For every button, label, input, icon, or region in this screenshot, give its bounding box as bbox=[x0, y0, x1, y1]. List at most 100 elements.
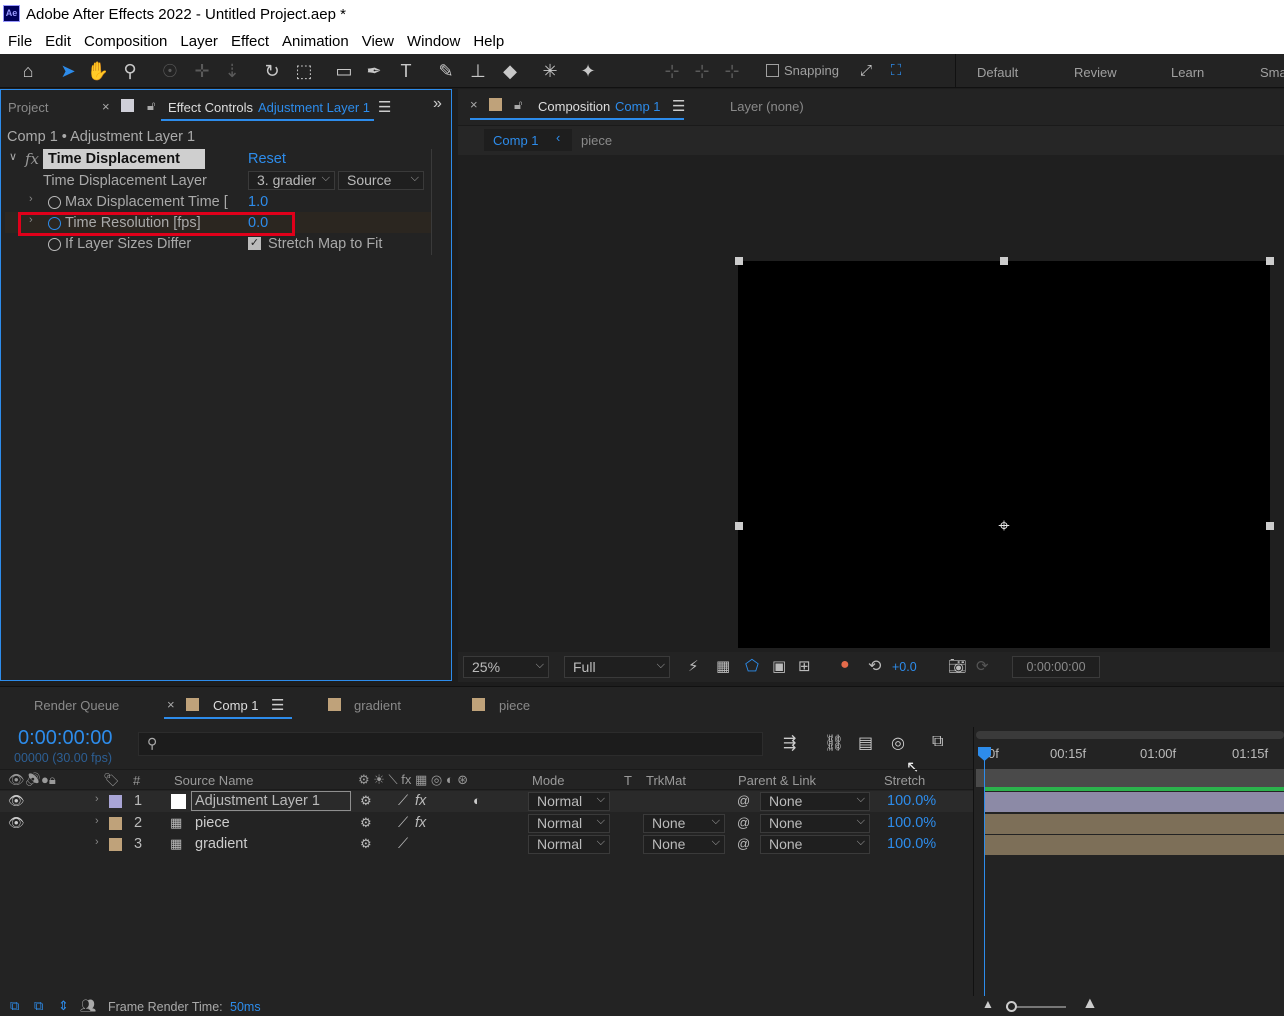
transfer-controls-toggle-icon[interactable]: ⧉ bbox=[34, 998, 43, 1014]
menu-effect[interactable]: Effect bbox=[231, 30, 269, 54]
blend-mode-dropdown[interactable]: Normal bbox=[528, 791, 610, 811]
shy-layers-icon[interactable]: ⛓ bbox=[824, 733, 844, 753]
rectangle-tool-icon[interactable]: ▭ bbox=[332, 59, 356, 83]
lock-icon[interactable]: 🔓︎ bbox=[147, 98, 155, 114]
menu-animation[interactable]: Animation bbox=[282, 30, 349, 54]
expand-layer-chevron-icon[interactable]: › bbox=[95, 815, 99, 827]
menu-layer[interactable]: Layer bbox=[180, 30, 218, 54]
region-of-interest-icon[interactable]: ▣ bbox=[772, 657, 786, 675]
type-tool-icon[interactable]: T bbox=[394, 59, 418, 83]
layer-duration-bar[interactable] bbox=[984, 792, 1284, 812]
label-tag-icon[interactable]: 🏷︎ bbox=[103, 772, 120, 788]
workspace-review[interactable]: Review bbox=[1074, 65, 1117, 80]
column-stretch[interactable]: Stretch bbox=[884, 773, 925, 788]
pan-behind-icon[interactable]: ⬚ bbox=[292, 59, 316, 83]
menu-window[interactable]: Window bbox=[407, 30, 460, 54]
puppet-pin-icon[interactable]: ✦ bbox=[576, 59, 600, 83]
workspace-default[interactable]: Default bbox=[977, 65, 1018, 80]
layer-name[interactable]: gradient bbox=[195, 836, 247, 852]
zoom-slider-thumb[interactable] bbox=[1006, 1001, 1017, 1012]
panel-menu-icon[interactable]: ☰ bbox=[271, 696, 284, 714]
local-axis-icon[interactable]: ⊹ bbox=[660, 59, 684, 83]
tab-gradient-timeline[interactable]: gradient bbox=[354, 698, 401, 713]
effect-switch-icon[interactable]: fx bbox=[415, 793, 426, 809]
close-tab-icon[interactable]: × bbox=[102, 99, 110, 114]
parent-dropdown[interactable]: None bbox=[760, 813, 870, 833]
expand-layer-chevron-icon[interactable]: › bbox=[95, 836, 99, 848]
stopwatch-icon[interactable] bbox=[48, 238, 61, 251]
collapse-chevron-icon[interactable]: ∨ bbox=[9, 150, 17, 163]
grid-guides-icon[interactable]: ⊞ bbox=[798, 657, 811, 675]
view-axis-icon[interactable]: ⊹ bbox=[720, 59, 744, 83]
effect-name[interactable]: Time Displacement bbox=[48, 151, 180, 167]
current-time-display[interactable]: 0:00:00:00 bbox=[18, 727, 113, 750]
pick-whip-icon[interactable]: @ bbox=[737, 815, 750, 830]
quality-switch-icon[interactable]: ⟋ bbox=[398, 836, 408, 852]
quality-switch-icon[interactable]: ⟋ bbox=[398, 793, 408, 809]
rotate-tool-icon[interactable]: ↻ bbox=[260, 59, 284, 83]
frame-blending-icon[interactable]: ▤ bbox=[858, 733, 873, 753]
blend-mode-dropdown[interactable]: Normal bbox=[528, 813, 610, 833]
layer-switches-icons[interactable]: ⚙ ☀ ⟍ fx ▦ ◎ ◐ ⊛ bbox=[358, 772, 468, 788]
time-navigator-bar[interactable] bbox=[976, 731, 1284, 739]
quality-switch-icon[interactable]: ⟋ bbox=[398, 815, 408, 831]
panel-menu-icon[interactable]: ☰ bbox=[672, 97, 685, 115]
mask-visibility-icon[interactable]: ⬠ bbox=[745, 656, 759, 676]
column-trkmat[interactable]: TrkMat bbox=[646, 773, 686, 788]
max-displacement-value[interactable]: 1.0 bbox=[248, 194, 268, 210]
layer-row[interactable]: 👁︎ › 2 ▦ piece ⚙ ⟋ fx Normal None @ None… bbox=[0, 813, 974, 834]
visibility-eye-icon[interactable]: 👁︎ bbox=[8, 793, 25, 809]
effect-switch-icon[interactable]: fx bbox=[415, 815, 426, 831]
transform-handle[interactable] bbox=[735, 522, 743, 530]
layer-name[interactable]: piece bbox=[195, 815, 230, 831]
hand-tool-icon[interactable]: ✋ bbox=[86, 59, 110, 83]
transparency-grid-icon[interactable]: ▦ bbox=[716, 657, 730, 675]
menu-composition[interactable]: Composition bbox=[84, 30, 167, 54]
snapshot-camera-icon[interactable]: 📷︎ bbox=[948, 657, 967, 675]
orbit-camera-icon[interactable]: ☉ bbox=[158, 59, 182, 83]
roto-brush-icon[interactable]: ✳ bbox=[538, 59, 562, 83]
stretch-value[interactable]: 100.0% bbox=[887, 793, 936, 809]
workspace-learn[interactable]: Learn bbox=[1171, 65, 1204, 80]
column-number[interactable]: # bbox=[133, 773, 140, 788]
parent-dropdown[interactable]: None bbox=[760, 791, 870, 811]
expand-chevron-icon[interactable]: › bbox=[29, 193, 33, 205]
pick-whip-icon[interactable]: @ bbox=[737, 836, 750, 851]
flow-item-piece[interactable]: piece bbox=[581, 133, 612, 148]
shy-switch-icon[interactable]: ⚙ bbox=[360, 793, 372, 809]
fast-preview-icon[interactable]: ⚡ bbox=[688, 657, 699, 675]
home-icon[interactable]: ⌂ bbox=[16, 59, 40, 83]
shy-switch-icon[interactable]: ⚙ bbox=[360, 815, 372, 831]
tab-piece-timeline[interactable]: piece bbox=[499, 698, 530, 713]
time-ruler[interactable]: 0f 00:15f 01:00f 01:15f bbox=[976, 745, 1284, 767]
reset-button[interactable]: Reset bbox=[248, 151, 286, 167]
expand-layer-chevron-icon[interactable]: › bbox=[95, 793, 99, 805]
stretch-map-checkbox[interactable]: ✓ bbox=[248, 237, 261, 250]
workspace-small-screen[interactable]: Sma bbox=[1260, 65, 1284, 80]
displacement-source-dropdown[interactable]: Source bbox=[338, 170, 424, 190]
expand-panels-icon[interactable]: » bbox=[433, 95, 442, 113]
fx-icon[interactable]: fx bbox=[25, 150, 39, 168]
transform-handle[interactable] bbox=[1266, 522, 1274, 530]
magnification-dropdown[interactable]: 25% bbox=[463, 655, 549, 678]
pan-camera-icon[interactable]: ✛ bbox=[190, 59, 214, 83]
dolly-camera-icon[interactable]: ⇣ bbox=[220, 59, 244, 83]
parent-dropdown[interactable]: None bbox=[760, 834, 870, 854]
graph-editor-icon[interactable]: ⧉ bbox=[932, 733, 943, 751]
channel-rgb-icon[interactable]: ● bbox=[840, 656, 850, 674]
snap-options-icon[interactable]: ⤢ bbox=[854, 59, 878, 83]
eraser-tool-icon[interactable]: ◆ bbox=[498, 59, 522, 83]
snap-edges-icon[interactable]: ⛶ bbox=[884, 59, 908, 83]
reset-exposure-icon[interactable]: ⟲ bbox=[868, 656, 881, 676]
tab-render-queue[interactable]: Render Queue bbox=[34, 698, 119, 713]
comp-canvas[interactable] bbox=[738, 261, 1270, 648]
zoom-in-icon[interactable]: ▲ bbox=[1082, 995, 1098, 1013]
column-mode[interactable]: Mode bbox=[532, 773, 565, 788]
motion-blur-icon[interactable]: ◎ bbox=[891, 733, 905, 753]
layer-row[interactable]: › 3 ▦ gradient ⚙ ⟋ Normal None @ None 10… bbox=[0, 834, 974, 855]
pen-tool-icon[interactable]: ✒ bbox=[362, 59, 386, 83]
column-source-name[interactable]: Source Name bbox=[174, 773, 253, 788]
in-out-toggle-icon[interactable]: ⇕ bbox=[58, 998, 69, 1014]
layer-label-color[interactable] bbox=[109, 838, 122, 851]
tab-project[interactable]: Project bbox=[8, 100, 48, 115]
